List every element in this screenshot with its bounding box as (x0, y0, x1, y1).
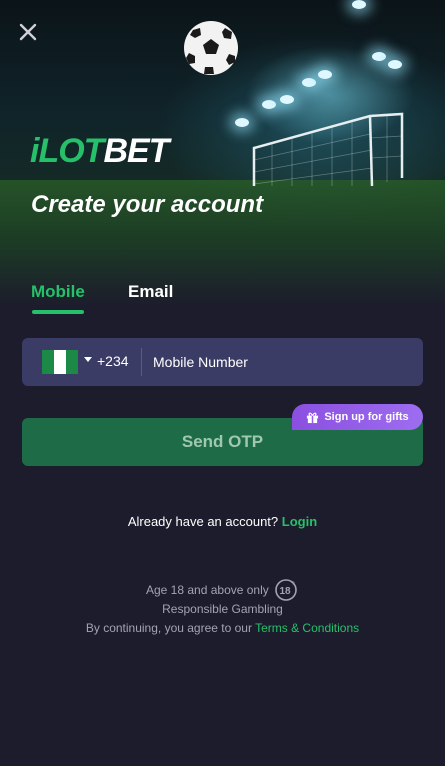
caret-down-icon[interactable] (84, 357, 92, 362)
logo-part-ilot: iLOT (30, 132, 104, 170)
gift-icon (307, 412, 319, 423)
goal-net-illustration (252, 112, 404, 187)
terms-link[interactable]: Terms & Conditions (255, 621, 359, 635)
age-notice: Age 18 and above only (146, 583, 269, 597)
mobile-number-input[interactable] (153, 348, 408, 376)
stadium-light (235, 118, 249, 127)
nigeria-flag-icon[interactable] (42, 350, 78, 374)
phone-field: +234 (22, 338, 423, 386)
svg-text:18: 18 (279, 586, 291, 597)
tab-mobile[interactable]: Mobile (31, 282, 85, 302)
close-icon[interactable] (16, 20, 40, 44)
svg-text:+: + (291, 580, 295, 587)
stadium-light (388, 60, 402, 69)
active-tab-indicator (32, 310, 84, 314)
stadium-light (372, 52, 386, 61)
soccer-ball-icon (184, 21, 238, 75)
gift-badge-label: Sign up for gifts (324, 411, 409, 423)
18-plus-icon: 18 + (275, 579, 297, 601)
tab-email[interactable]: Email (128, 282, 173, 302)
page-title: Create your account (31, 191, 264, 218)
login-prompt: Already have an account? Login (0, 514, 445, 529)
stadium-light (352, 0, 366, 9)
login-prompt-text: Already have an account? (127, 514, 279, 529)
responsible-gambling: Responsible Gambling (162, 602, 283, 616)
sign-up-gifts-badge[interactable]: Sign up for gifts (292, 404, 423, 430)
dial-code[interactable]: +234 (97, 353, 129, 369)
stadium-light (302, 78, 316, 87)
terms-prefix: By continuing, you agree to our (85, 621, 252, 635)
field-divider (141, 348, 142, 376)
terms-notice: By continuing, you agree to our Terms & … (0, 621, 445, 635)
brand-logo: iLOTBET (30, 132, 169, 171)
stadium-light (318, 70, 332, 79)
logo-part-bet: BET (103, 132, 169, 170)
stadium-light (280, 95, 294, 104)
login-link[interactable]: Login (282, 514, 317, 529)
